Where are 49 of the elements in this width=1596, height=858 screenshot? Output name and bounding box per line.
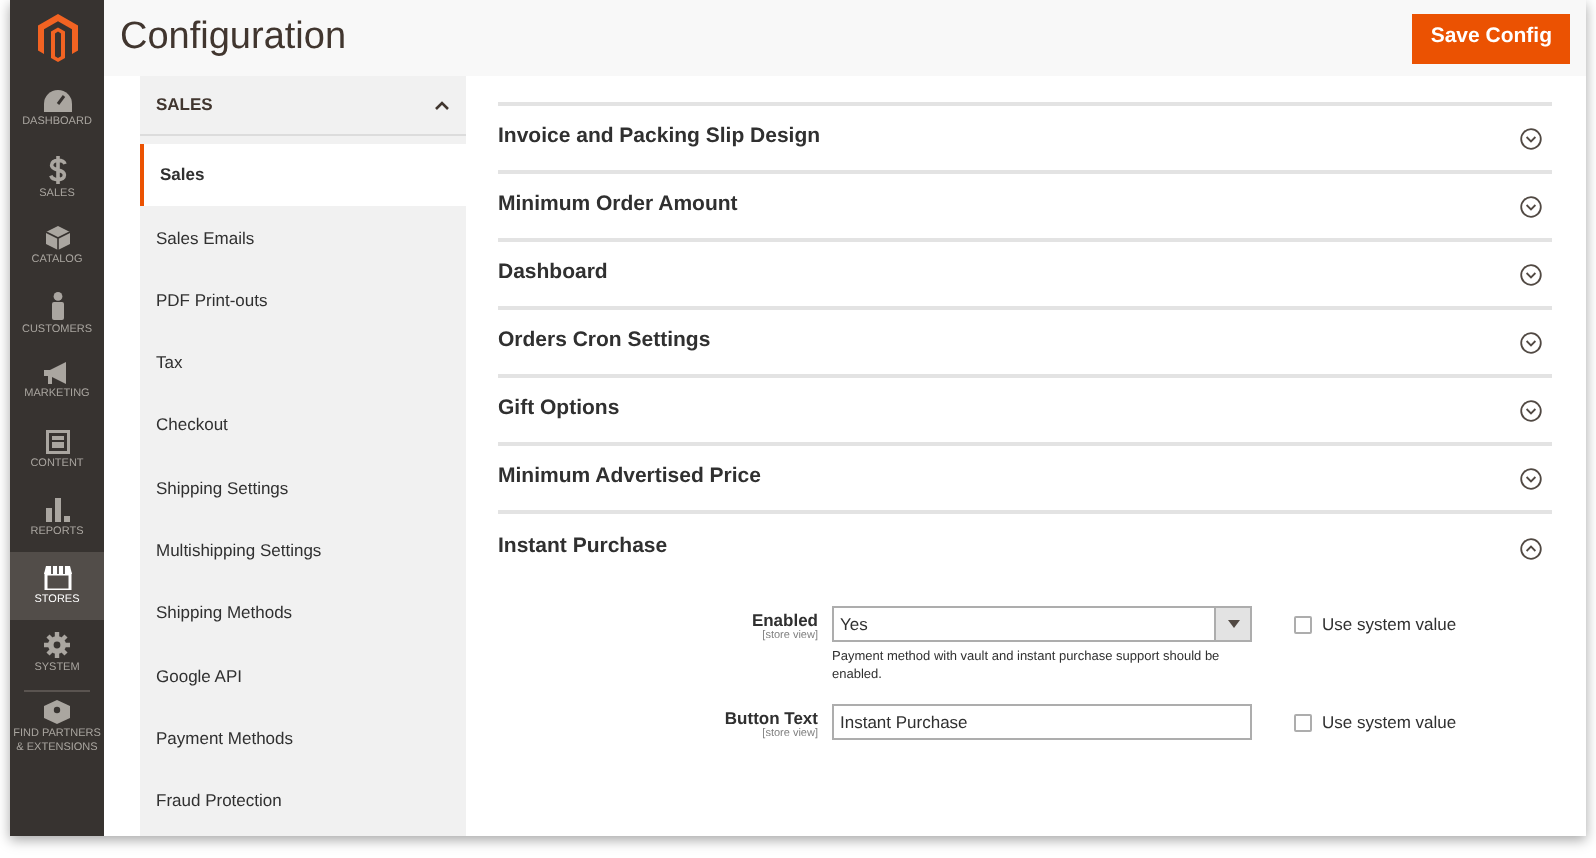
config-tab[interactable]: PDF Print-outs [140, 269, 466, 332]
checkbox-label: Use system value [1322, 611, 1457, 637]
config-tab[interactable]: Shipping Methods [140, 582, 466, 645]
gear-icon [44, 632, 70, 658]
section-title: Instant Purchase [498, 532, 668, 563]
section-title: Minimum Order Amount [498, 190, 738, 221]
checkbox[interactable] [1294, 615, 1312, 633]
section-title: Dashboard [498, 258, 608, 289]
storefront-icon [43, 565, 71, 589]
tabs-group-header[interactable]: SALES [140, 76, 466, 136]
checkbox[interactable] [1294, 713, 1312, 731]
field-label: Button Text [724, 708, 818, 728]
section-title: Minimum Advertised Price [498, 462, 761, 493]
config-tab[interactable]: Payment Methods [140, 707, 466, 770]
megaphone-icon [43, 362, 71, 384]
section-header[interactable]: Gift Options [498, 378, 1552, 446]
dollar-icon [47, 155, 67, 183]
bar-chart-icon [45, 497, 69, 521]
checkbox-label: Use system value [1322, 709, 1457, 735]
select-field[interactable]: Yes [832, 606, 1252, 642]
section-header[interactable]: Instant Purchase [498, 514, 1552, 582]
config-tab[interactable]: Tax [140, 331, 466, 395]
config-tab[interactable]: Multishipping Settings [140, 519, 466, 583]
input-field[interactable]: Instant Purchase [832, 704, 1252, 740]
page-title: Configuration [120, 13, 347, 62]
section-header[interactable]: Minimum Order Amount [498, 174, 1552, 242]
logo-icon[interactable] [37, 14, 77, 62]
section-header[interactable]: Minimum Advertised Price [498, 446, 1552, 514]
layout-icon [45, 429, 69, 453]
box-icon [45, 225, 69, 249]
config-tab[interactable]: Google API [140, 644, 466, 708]
section-title: Orders Cron Settings [498, 326, 711, 357]
section-header[interactable]: Orders Cron Settings [498, 310, 1552, 378]
person-icon [49, 291, 65, 319]
config-tab[interactable]: Sales [140, 144, 466, 207]
config-tab[interactable]: Fraud Protection [140, 769, 466, 833]
dropdown-arrow-icon [1227, 620, 1239, 628]
section-title: Invoice and Packing Slip Design [498, 122, 821, 153]
config-tab[interactable]: Checkout [140, 394, 466, 457]
save-config-button[interactable]: Save Config [1412, 13, 1570, 63]
config-tab[interactable]: Shipping Settings [140, 456, 466, 520]
section-header[interactable]: Dashboard [498, 242, 1552, 310]
config-tab[interactable]: Sales Emails [140, 206, 466, 270]
field-label: Enabled [751, 610, 818, 630]
cube-icon [44, 700, 70, 724]
dashboard-icon [43, 90, 71, 112]
section-title: Gift Options [498, 394, 620, 425]
section-header[interactable]: Invoice and Packing Slip Design [498, 106, 1552, 174]
tabs-group-title: SALES [156, 92, 213, 118]
